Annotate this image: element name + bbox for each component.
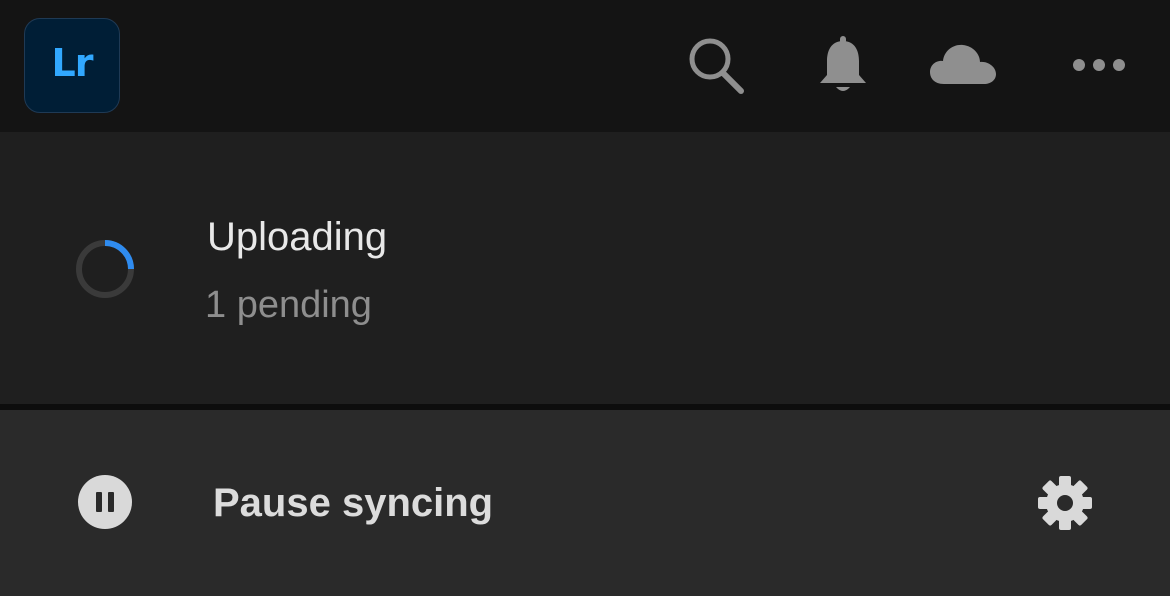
logo-text: Lr [51, 40, 94, 85]
pause-icon[interactable] [78, 475, 132, 529]
upload-progress-spinner-icon [74, 238, 136, 300]
pause-syncing-row[interactable]: Pause syncing [0, 410, 1170, 596]
bell-icon[interactable] [808, 30, 878, 100]
upload-status-panel: Uploading 1 pending [0, 132, 1170, 404]
pause-syncing-label[interactable]: Pause syncing [213, 481, 493, 526]
search-icon[interactable] [680, 30, 750, 100]
cloud-icon[interactable] [928, 30, 998, 100]
more-icon[interactable] [1064, 30, 1134, 100]
top-bar: Lr [0, 0, 1170, 132]
upload-pending-count: 1 pending [205, 284, 372, 326]
lightroom-logo[interactable]: Lr [24, 18, 120, 113]
gear-icon[interactable] [1034, 472, 1096, 534]
upload-status-title: Uploading [207, 215, 388, 259]
